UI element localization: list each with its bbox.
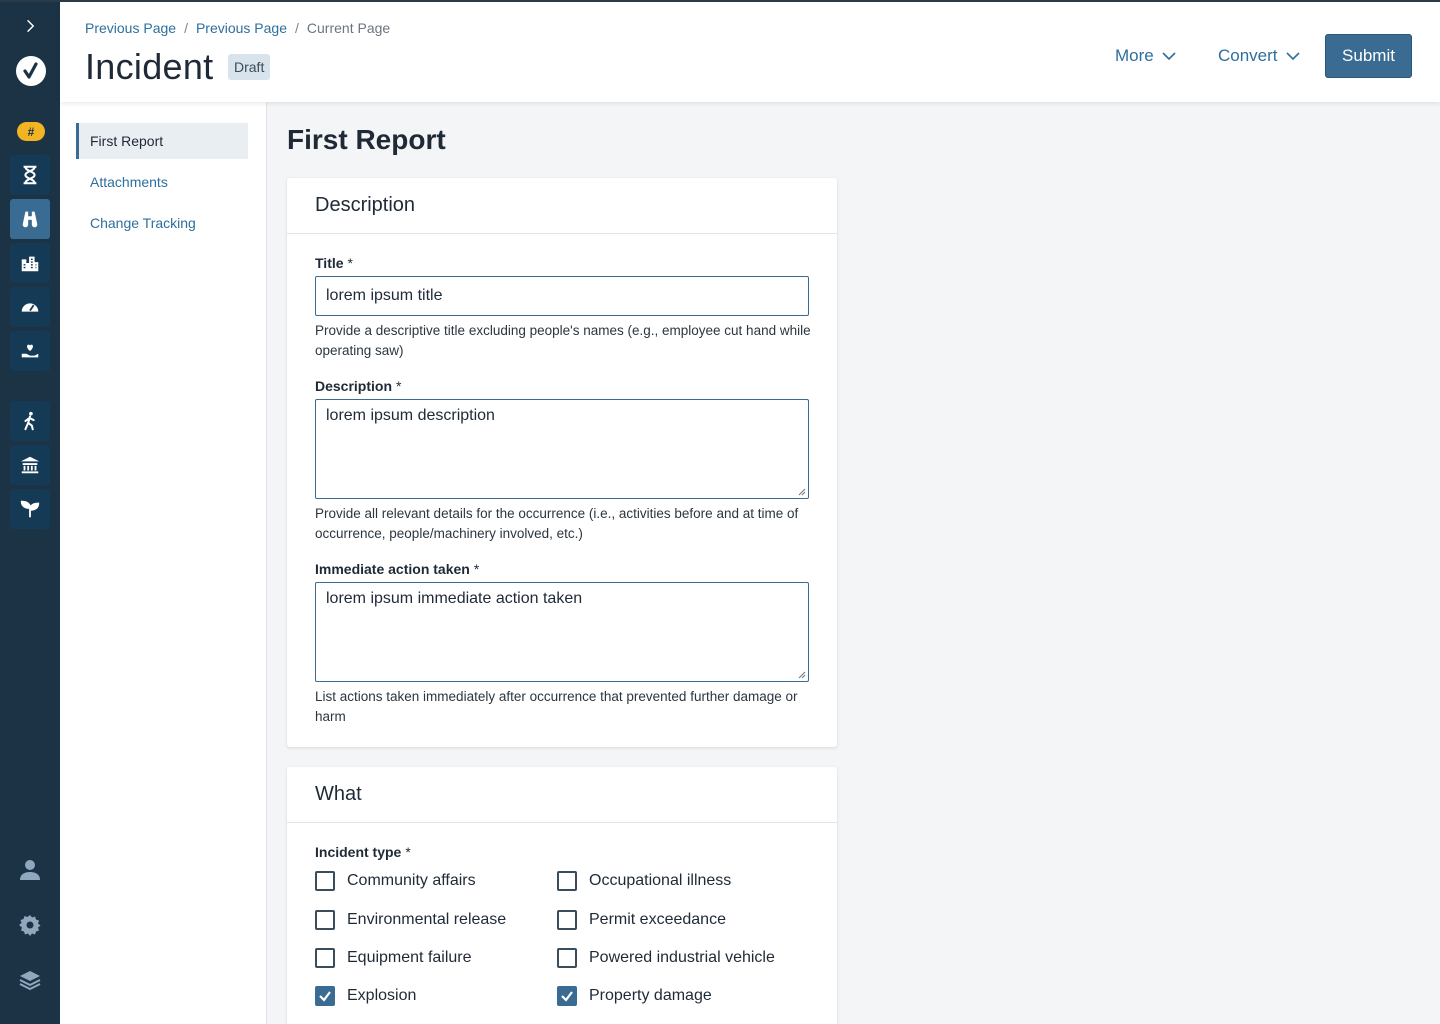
incident-type-checkbox[interactable]: Equipment failure [315,948,472,968]
section-nav: First Report Attachments Change Tracking [60,102,267,1024]
breadcrumb-separator: / [184,20,188,36]
layers-icon [19,971,41,991]
window-top-border [0,0,1440,2]
breadcrumb: Previous Page / Previous Page / Current … [85,20,390,36]
speedometer-icon [21,303,39,312]
description-card: Description Title * lorem ipsum title Pro… [287,178,837,747]
rail-item-walking[interactable] [10,401,50,441]
user-icon [20,860,40,880]
checkbox-unchecked-icon[interactable] [315,871,335,891]
status-badge: Draft [228,54,271,80]
card-heading: What [287,767,837,823]
section-nav-item-first-report[interactable]: First Report [76,123,248,159]
convert-label: Convert [1218,46,1278,65]
page-header: Previous Page / Previous Page / Current … [60,2,1440,102]
rail-item-buildings[interactable] [10,243,50,283]
walking-person-icon [24,411,35,431]
checkbox-label: Environmental release [347,911,507,928]
immediate-action-value: lorem ipsum immediate action taken [326,590,583,607]
expand-rail-chevron-icon[interactable] [20,16,40,36]
incident-type-checkbox[interactable]: Property damage [557,986,712,1006]
rail-item-settings[interactable] [10,905,50,945]
title-input[interactable]: lorem ipsum title [315,276,809,316]
required-mark: * [473,561,480,577]
checkbox-checked-icon[interactable] [315,986,335,1006]
page-title: Incident [85,46,214,87]
breadcrumb-current: Current Page [306,20,391,36]
required-mark: * [396,378,402,394]
buildings-icon [21,256,39,272]
rail-item-speedometer[interactable] [10,287,50,327]
hourglass-icon [23,165,37,185]
incident-type-checkbox[interactable]: Environmental release [315,910,506,930]
title-label: Title * [315,255,353,271]
checkbox-unchecked-icon[interactable] [315,910,335,930]
convert-menu-button[interactable]: Convert [1218,46,1300,66]
sprout-icon [20,500,40,518]
checkbox-label: Permit exceedance [589,911,726,928]
section-nav-item-attachments[interactable]: Attachments [76,164,248,200]
incident-type-label-text: Incident type [315,844,402,860]
description-label: Description * [315,378,401,394]
checkbox-label: Powered industrial vehicle [589,949,775,966]
checkbox-unchecked-icon[interactable] [557,910,577,930]
checkbox-label: Property damage [589,987,712,1004]
checkbox-label: Occupational illness [589,872,732,889]
title-help-text: Provide a descriptive title excluding pe… [315,323,811,358]
institution-icon [20,456,40,474]
checkbox-label: Explosion [347,987,417,1004]
rail-item-binoculars[interactable] [10,199,50,239]
gear-icon [19,915,41,936]
breadcrumb-link-1[interactable]: Previous Page [85,20,176,36]
what-card: What Incident type * Community affairs Occ… [287,767,837,1024]
incident-type-checkbox[interactable]: Explosion [315,986,416,1006]
chevron-down-icon [1285,52,1300,61]
incident-type-checkbox[interactable]: Permit exceedance [557,910,726,930]
description-textarea[interactable]: lorem ipsum description [315,399,809,499]
hand-heart-icon [21,344,39,358]
card-heading: Description [287,178,837,234]
required-mark: * [347,255,353,271]
breadcrumb-link-2[interactable]: Previous Page [196,20,287,36]
immediate-action-textarea[interactable]: lorem ipsum immediate action taken [315,582,809,682]
rail-item-user[interactable] [10,850,50,890]
section-title: First Report [287,124,446,155]
incident-type-checkbox[interactable]: Occupational illness [557,871,731,891]
resize-grip-icon[interactable] [798,488,806,496]
rail-item-institution[interactable] [10,445,50,485]
required-mark: * [405,844,411,860]
rail-item-sprout[interactable] [10,489,50,529]
description-value: lorem ipsum description [326,407,495,424]
app-logo[interactable] [16,56,46,86]
checkbox-unchecked-icon[interactable] [557,948,577,968]
checkbox-unchecked-icon[interactable] [315,948,335,968]
incident-type-label: Incident type * [315,844,411,860]
rail-item-layers[interactable] [10,960,50,1000]
resize-grip-icon[interactable] [798,671,806,679]
breadcrumb-separator: / [295,20,299,36]
description-label-text: Description [315,378,393,394]
section-nav-item-change-tracking[interactable]: Change Tracking [76,205,248,241]
action-label-text: Immediate action taken [315,561,470,577]
binoculars-icon [22,211,38,228]
more-label: More [1115,46,1154,65]
incident-type-checkbox[interactable]: Community affairs [315,871,476,891]
checkbox-unchecked-icon[interactable] [557,871,577,891]
title-label-text: Title [315,255,344,271]
action-help-text: List actions taken immediately after occ… [315,689,798,724]
checkbox-label: Equipment failure [347,949,472,966]
action-label: Immediate action taken * [315,561,479,577]
chevron-down-icon [1162,52,1176,61]
checkbox-checked-icon[interactable] [557,986,577,1006]
rail-item-hand-heart[interactable] [10,331,50,371]
incident-type-checkbox[interactable]: Powered industrial vehicle [557,948,775,968]
notification-badge[interactable]: # [17,122,45,141]
description-help-text: Provide all relevant details for the occ… [315,506,799,541]
submit-button[interactable]: Submit [1325,34,1412,78]
rail-item-hourglass[interactable] [10,155,50,195]
more-menu-button[interactable]: More [1115,46,1176,66]
app-rail: # [0,0,60,1024]
checkbox-label: Community affairs [347,872,476,889]
